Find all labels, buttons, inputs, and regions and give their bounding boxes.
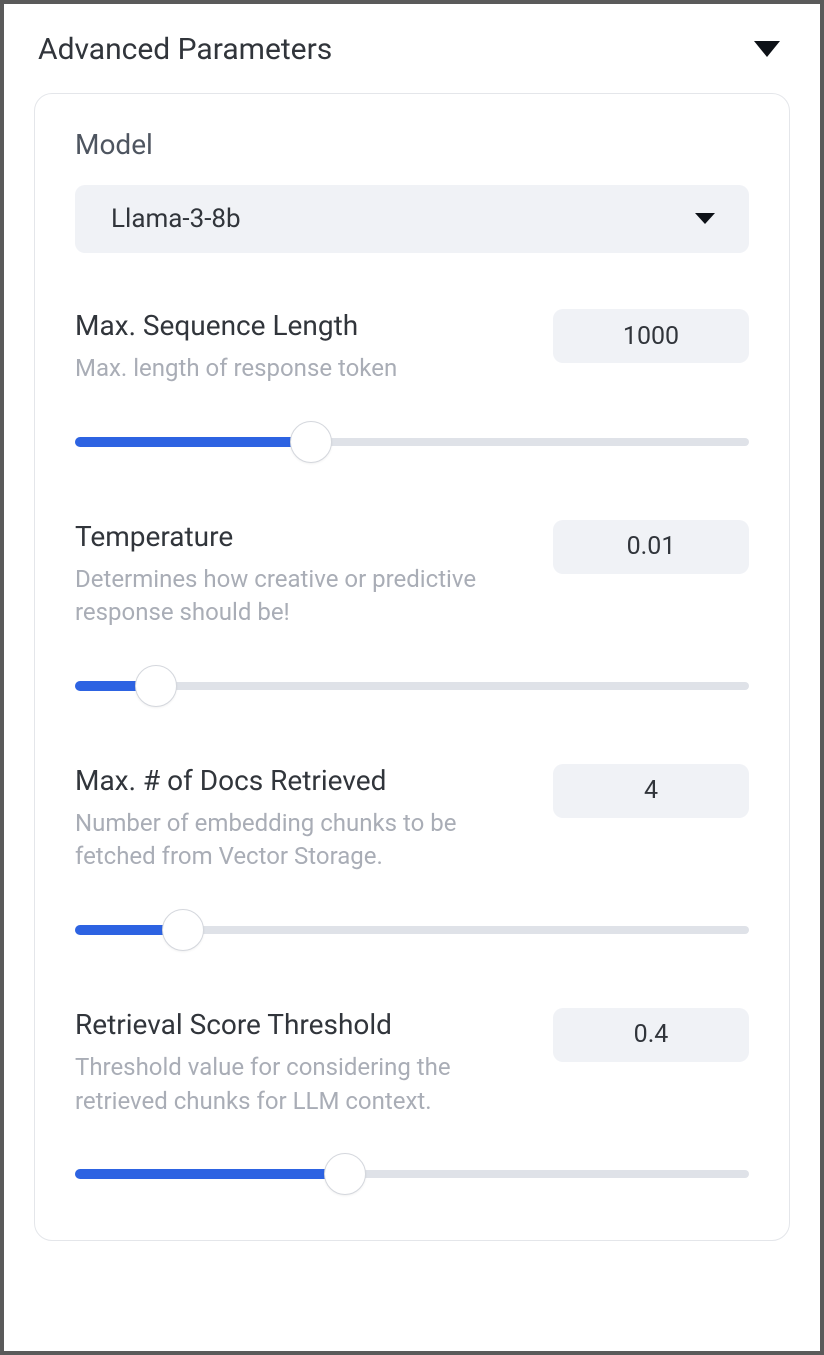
slider-fill [75,1169,345,1179]
slider-fill [75,437,311,447]
param-temperature: Temperature Determines how creative or p… [75,520,749,708]
param-value-input[interactable]: 0.4 [553,1008,749,1062]
model-label: Model [75,128,749,161]
slider-thumb[interactable] [290,421,332,463]
param-max-sequence-length: Max. Sequence Length Max. length of resp… [75,309,749,464]
param-description: Threshold value for considering the retr… [75,1051,495,1118]
param-title: Max. # of Docs Retrieved [75,764,495,797]
slider-temperature[interactable] [75,664,749,708]
param-description: Number of embedding chunks to be fetched… [75,807,495,874]
param-retrieval-score-threshold: Retrieval Score Threshold Threshold valu… [75,1008,749,1196]
param-value-input[interactable]: 0.01 [553,520,749,574]
slider-thumb[interactable] [162,909,204,951]
param-description: Max. length of response token [75,352,397,386]
slider-retrieval-score-threshold[interactable] [75,1152,749,1196]
param-value-input[interactable]: 1000 [553,309,749,363]
param-max-docs-retrieved: Max. # of Docs Retrieved Number of embed… [75,764,749,952]
parameters-card: Model Llama-3-8b Max. Sequence Length Ma… [34,93,790,1241]
slider-max-sequence-length[interactable] [75,420,749,464]
caret-down-icon [695,213,715,225]
param-title: Temperature [75,520,495,553]
chevron-down-icon[interactable] [754,41,780,59]
param-title: Max. Sequence Length [75,309,397,342]
slider-max-docs-retrieved[interactable] [75,908,749,952]
param-title: Retrieval Score Threshold [75,1008,495,1041]
panel-title: Advanced Parameters [38,32,332,67]
advanced-parameters-panel: Advanced Parameters Model Llama-3-8b Max… [0,0,824,1355]
model-select-value: Llama-3-8b [111,204,241,234]
panel-header[interactable]: Advanced Parameters [34,32,790,67]
slider-thumb[interactable] [324,1153,366,1195]
model-select[interactable]: Llama-3-8b [75,185,749,253]
slider-thumb[interactable] [135,665,177,707]
param-description: Determines how creative or predictive re… [75,563,495,630]
param-value-input[interactable]: 4 [553,764,749,818]
